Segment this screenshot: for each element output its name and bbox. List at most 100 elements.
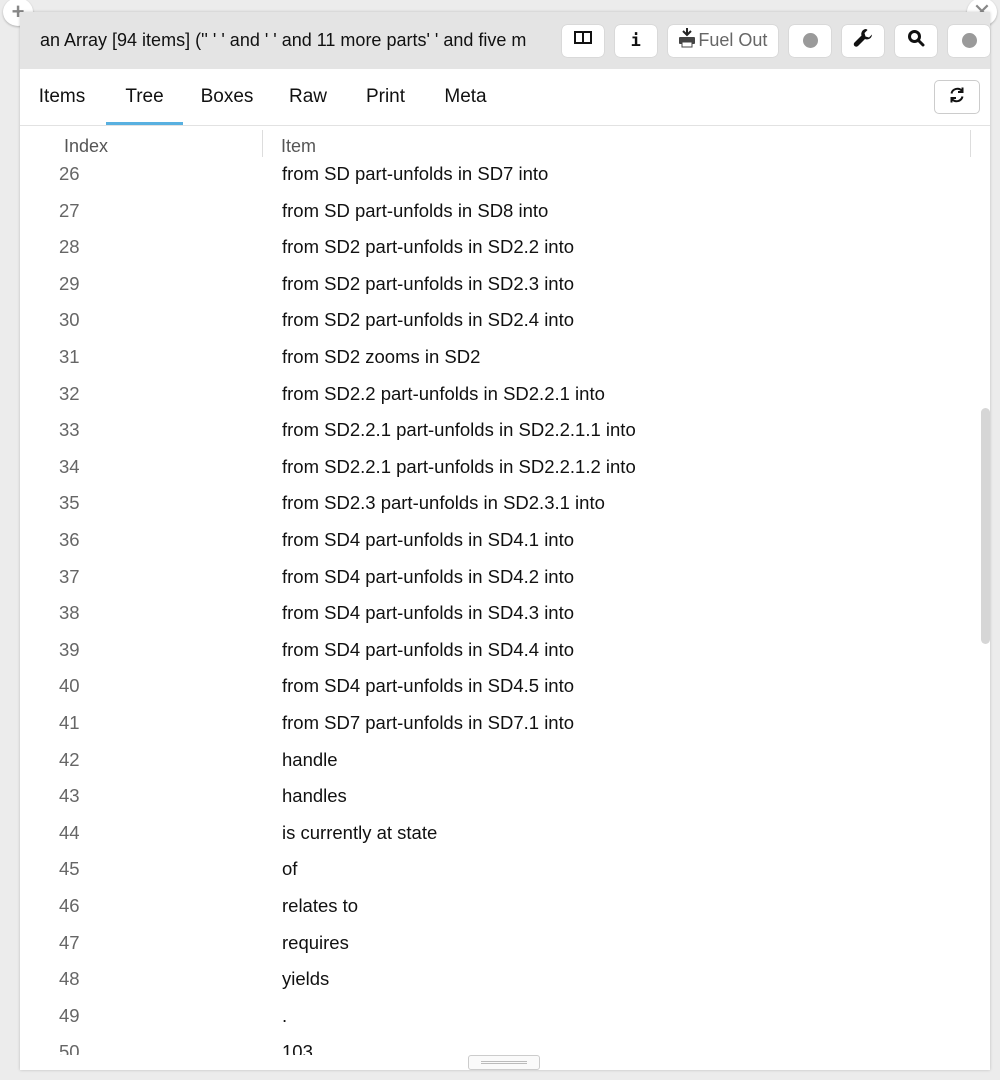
refresh-button[interactable] <box>934 80 980 114</box>
table-row[interactable]: 32 from SD2.2 part-unfolds in SD2.2.1 int… <box>20 376 990 412</box>
row-item: from SD7 part-unfolds in SD7.1 into <box>282 712 575 733</box>
tab-items[interactable]: Items <box>20 69 104 123</box>
status-dot-icon <box>802 33 818 48</box>
table-row[interactable]: 40 from SD4 part-unfolds in SD4.5 into <box>20 668 990 704</box>
row-item: from SD4 part-unfolds in SD4.4 into <box>282 638 575 660</box>
row-item: from SD4 part-unfolds in SD4.1 into <box>282 529 575 550</box>
row-index: 29 <box>59 272 80 294</box>
tab-print[interactable]: Print <box>348 69 423 123</box>
row-item: from SD part-unfolds in SD7 into <box>282 163 549 184</box>
column-divider[interactable] <box>262 130 263 157</box>
row-index: 36 <box>59 529 80 550</box>
refresh-icon <box>948 86 966 109</box>
table-row[interactable]: 45 of <box>20 851 990 887</box>
table-row[interactable]: 47 requires <box>20 925 990 961</box>
row-item: from SD4 part-unfolds in SD4.2 into <box>282 565 575 587</box>
settings-button[interactable] <box>842 24 884 57</box>
table-row[interactable]: 38 from SD4 part-unfolds in SD4.3 into <box>20 595 990 631</box>
row-index: 40 <box>59 675 80 697</box>
row-item: from SD2 zooms in SD2 <box>282 346 481 367</box>
wrench-icon <box>853 28 873 53</box>
row-item: from SD4 part-unfolds in SD4.5 into <box>282 675 575 697</box>
row-index: 37 <box>59 565 80 587</box>
table-row[interactable]: 35 from SD2.3 part-unfolds in SD2.3.1 int… <box>20 485 990 521</box>
inspector-window: an Array [94 items] ('' ' ' and ' ' and … <box>20 12 990 1070</box>
row-item: from SD2.2.1 part-unfolds in SD2.2.1.1 i… <box>282 419 636 441</box>
row-index: 43 <box>59 785 80 807</box>
table-row[interactable]: 46 relates to <box>20 888 990 924</box>
printer-icon <box>678 28 696 53</box>
row-index: 50 <box>59 1041 80 1055</box>
row-index: 42 <box>59 748 80 770</box>
row-item: from SD4 part-unfolds in SD4.3 into <box>282 602 575 624</box>
status-button-2[interactable] <box>948 24 990 57</box>
table-row[interactable]: 42 handle <box>20 742 990 778</box>
table-row[interactable]: 41 from SD7 part-unfolds in SD7.1 into <box>20 705 990 741</box>
resize-handle[interactable] <box>468 1055 540 1070</box>
tab-tree[interactable]: Tree <box>106 69 183 125</box>
table-body: 26 from SD part-unfolds in SD7 into 27 from… <box>20 160 990 1055</box>
row-item: from SD2.3 part-unfolds in SD2.3.1 into <box>282 492 605 514</box>
table-row[interactable]: 43 handles <box>20 778 990 814</box>
table-row[interactable]: 39 from SD4 part-unfolds in SD4.4 into <box>20 632 990 668</box>
row-item: 103. <box>282 1041 319 1055</box>
vertical-scrollbar[interactable] <box>981 408 990 644</box>
row-index: 26 <box>59 163 80 184</box>
window-title: an Array [94 items] ('' ' ' and ' ' and … <box>40 30 527 50</box>
table-row[interactable]: 49. <box>20 998 990 1034</box>
table-row[interactable]: 27 from SD part-unfolds in SD8 into <box>20 193 990 229</box>
row-index: 44 <box>59 821 80 843</box>
table-row[interactable]: 28 from SD2 part-unfolds in SD2.2 into <box>20 229 990 265</box>
tab-meta[interactable]: Meta <box>428 69 503 123</box>
row-index: 28 <box>59 236 80 258</box>
table-row[interactable]: 30 from SD2 part-unfolds in SD2.4 into <box>20 302 990 338</box>
row-item: relates to <box>282 895 359 916</box>
row-index: 33 <box>59 419 80 441</box>
row-item: from SD2 part-unfolds in SD2.2 into <box>282 236 575 258</box>
browse-button[interactable] <box>561 24 604 57</box>
row-index: 27 <box>59 199 80 221</box>
table-row[interactable]: 48 yields <box>20 961 990 997</box>
tab-raw[interactable]: Raw <box>274 69 342 123</box>
row-item: handles <box>282 785 347 807</box>
table-row[interactable]: 31 from SD2 zooms in SD2 <box>20 339 990 375</box>
row-item: from SD2 part-unfolds in SD2.3 into <box>282 272 575 294</box>
status-dot-icon <box>961 33 977 48</box>
column-divider[interactable] <box>970 130 971 157</box>
fuel-out-label: Fuel Out <box>698 30 768 50</box>
row-index: 32 <box>59 382 80 404</box>
fuel-out-button[interactable]: Fuel Out <box>667 24 778 57</box>
inspect-button[interactable]: i <box>614 24 657 57</box>
table-row[interactable]: 44 is currently at state <box>20 815 990 851</box>
table-row[interactable]: 37 from SD4 part-unfolds in SD4.2 into <box>20 559 990 595</box>
column-header-index[interactable]: Index <box>64 136 108 157</box>
table-row[interactable]: 29 from SD2 part-unfolds in SD2.3 into <box>20 266 990 302</box>
row-item: from SD part-unfolds in SD8 into <box>282 199 549 221</box>
table-row[interactable]: 36 from SD4 part-unfolds in SD4.1 into <box>20 522 990 558</box>
search-button[interactable] <box>895 24 937 57</box>
row-item: handle <box>282 748 338 770</box>
tab-bar: Items Tree Boxes Raw Print Meta <box>20 69 990 126</box>
row-item: requires <box>282 931 349 953</box>
row-index: 31 <box>59 346 80 367</box>
row-index: 38 <box>59 602 80 624</box>
book-icon <box>573 30 593 51</box>
row-index: 30 <box>59 309 80 331</box>
column-header-item[interactable]: Item <box>281 136 316 157</box>
row-item: is currently at state <box>282 821 438 843</box>
row-item: from SD2 part-unfolds in SD2.4 into <box>282 309 575 331</box>
table-row[interactable]: 34 from SD2.2.1 part-unfolds in SD2.2.1.2… <box>20 449 990 485</box>
status-button-1[interactable] <box>789 24 831 57</box>
row-index: 34 <box>59 455 80 477</box>
table-row[interactable]: 50 103. <box>20 1034 990 1055</box>
row-index: 35 <box>59 492 80 514</box>
row-item: . <box>282 1004 288 1026</box>
table-row[interactable]: 33 from SD2.2.1 part-unfolds in SD2.2.1.1… <box>20 412 990 448</box>
row-index: 47 <box>59 931 80 953</box>
magnifier-icon <box>907 29 925 52</box>
tab-boxes[interactable]: Boxes <box>186 69 268 123</box>
row-index: 49 <box>59 1004 80 1026</box>
info-icon: i <box>630 30 641 51</box>
row-index: 46 <box>59 895 80 916</box>
table-row[interactable]: 26 from SD part-unfolds in SD7 into <box>20 160 990 192</box>
